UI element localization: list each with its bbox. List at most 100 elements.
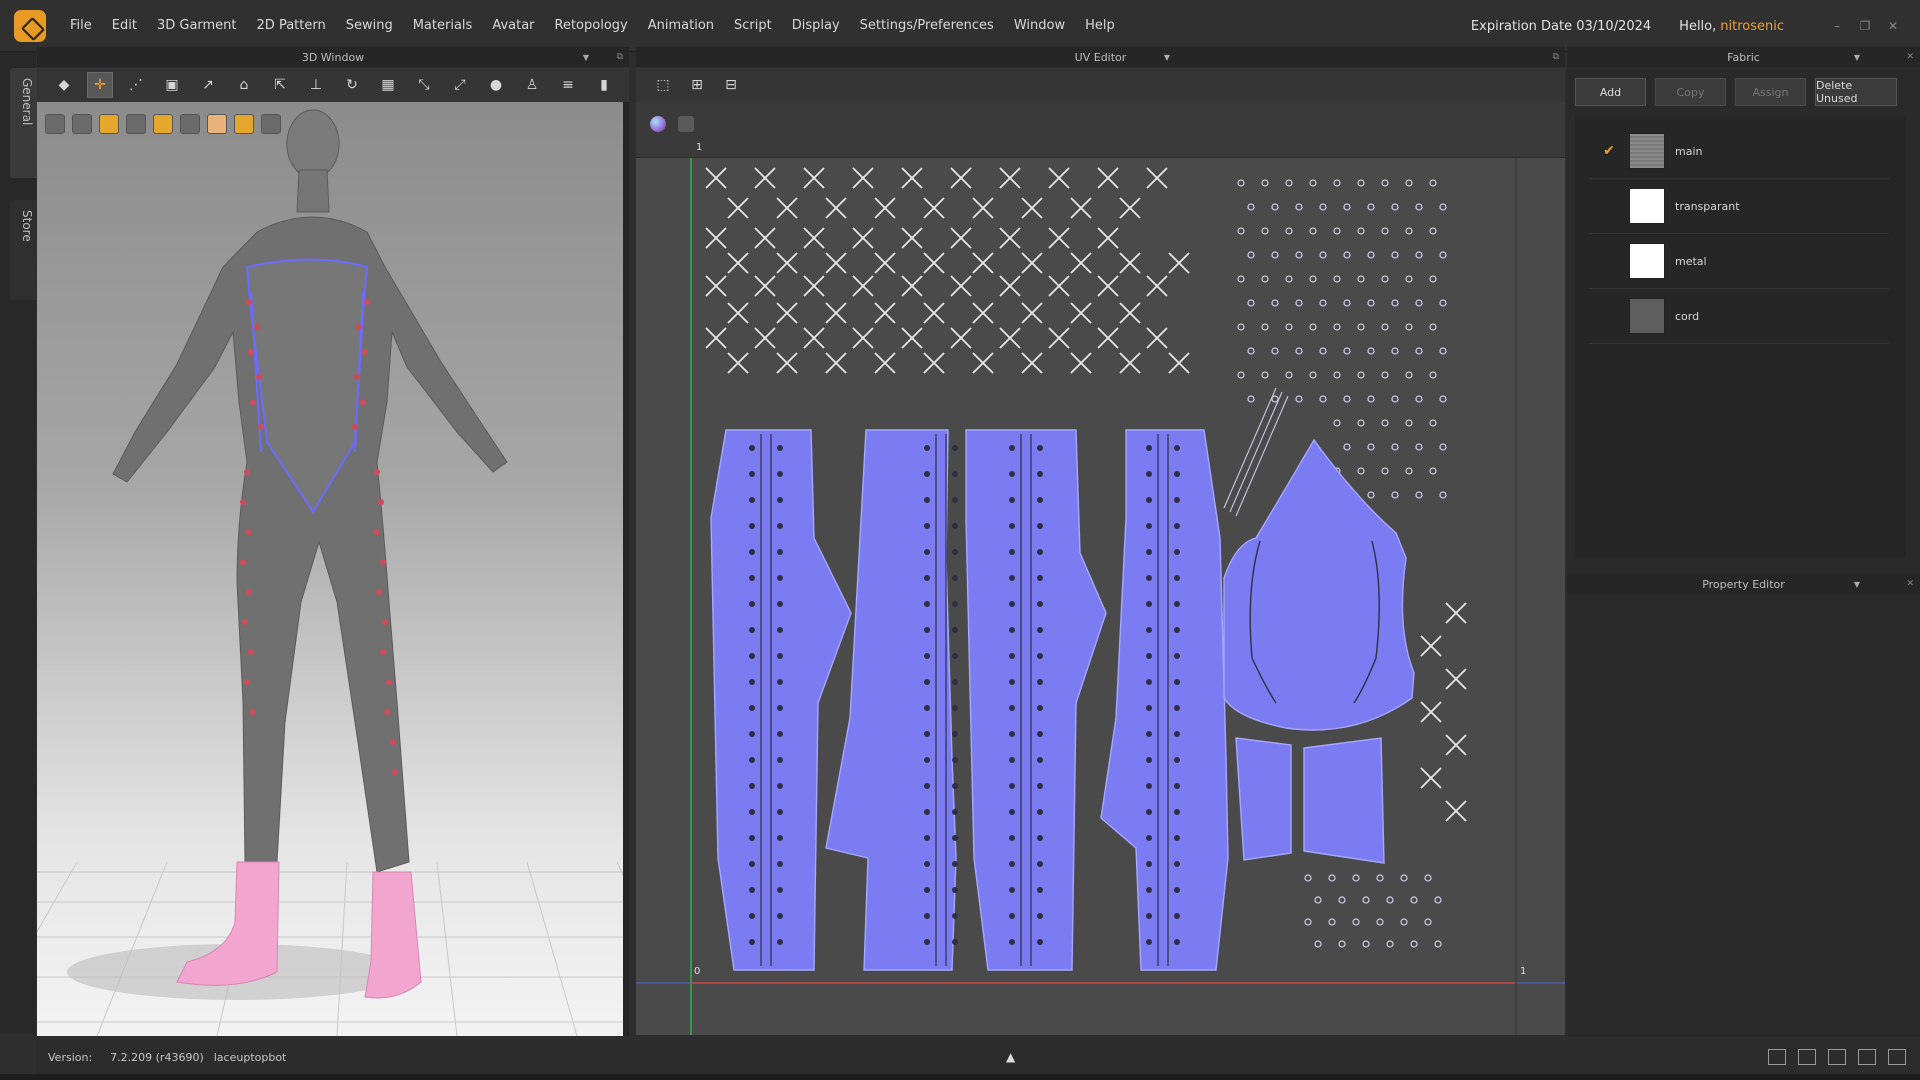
uv-dot-mark — [1381, 275, 1389, 283]
viewport-3d[interactable] — [37, 102, 629, 1036]
add-fabric-button[interactable]: Add — [1575, 78, 1646, 106]
close-icon[interactable]: ✕ — [1886, 20, 1900, 32]
uv-seam-eyelet — [748, 471, 755, 478]
trim-tool-icon[interactable]: ▮ — [591, 72, 617, 98]
align-tool-icon[interactable]: ≡ — [555, 72, 581, 98]
restore-icon[interactable]: ❐ — [1858, 20, 1872, 32]
menu-sewing[interactable]: Sewing — [346, 18, 393, 33]
delete-unused-button[interactable]: Delete Unused — [1815, 78, 1897, 106]
uv-transform-icon[interactable]: ⊞ — [684, 72, 710, 98]
material-ball-icon[interactable] — [650, 116, 666, 132]
show-seam-icon[interactable] — [180, 114, 200, 134]
taskbar-strip — [0, 1074, 1920, 1080]
uv-seam-eyelet — [1037, 523, 1044, 530]
uv-seam-eyelet — [1173, 549, 1180, 556]
render-mode-icon[interactable] — [45, 114, 65, 134]
uv-dot-mark — [1429, 179, 1437, 187]
minimize-icon[interactable]: – — [1830, 20, 1844, 32]
texture-mode-icon[interactable] — [72, 114, 92, 134]
fabric-dropdown-icon[interactable]: ▼ — [1854, 53, 1860, 62]
username-link[interactable]: nitrosenic — [1720, 19, 1784, 34]
measure-tool-icon[interactable]: ⤡ — [411, 72, 437, 98]
select-mesh-icon[interactable]: ◆ — [51, 72, 77, 98]
uv-seam-eyelet — [748, 730, 755, 737]
menu-file[interactable]: File — [70, 18, 92, 33]
uv-seam-eyelet — [952, 445, 959, 452]
uv-dot-mark — [1343, 347, 1351, 355]
show-garment-icon[interactable] — [153, 114, 173, 134]
menu-retopology[interactable]: Retopology — [555, 18, 628, 33]
uv-cross-mark — [727, 197, 749, 219]
uv-dot-mark — [1237, 371, 1245, 379]
uv-dot-mark — [1295, 347, 1303, 355]
rotate-tool-icon[interactable]: ↻ — [339, 72, 365, 98]
transform-tool-icon[interactable]: ▣ — [159, 72, 185, 98]
garment-tool-icon[interactable]: ⌂ — [231, 72, 257, 98]
uv-canvas[interactable]: 0 1 — [636, 158, 1565, 1035]
lock-view-icon[interactable] — [261, 114, 281, 134]
uv-seam-eyelet — [1146, 653, 1153, 660]
fabric-item[interactable]: metal — [1589, 234, 1889, 289]
window3d-dropdown-icon[interactable]: ▼ — [583, 53, 589, 62]
menu-animation[interactable]: Animation — [648, 18, 714, 33]
fabric-item[interactable]: transparant — [1589, 179, 1889, 234]
tack-tool-icon[interactable]: ⊥ — [303, 72, 329, 98]
uv-select-icon[interactable]: ⬚ — [650, 72, 676, 98]
uv-dot-mark — [1343, 203, 1351, 211]
fold-tool-icon[interactable]: ⇱ — [267, 72, 293, 98]
show-pattern-icon[interactable] — [99, 114, 119, 134]
quad-view-icon[interactable] — [1858, 1049, 1876, 1065]
uv-seam-eyelet — [1173, 938, 1180, 945]
property-dropdown-icon[interactable]: ▼ — [1854, 580, 1860, 589]
move-tool-icon[interactable]: ✛ — [87, 72, 113, 98]
tab-store[interactable]: Store — [10, 200, 38, 300]
uv-cross-mark — [776, 302, 798, 324]
copy-fabric-button[interactable]: Copy — [1655, 78, 1726, 106]
show-hair-icon[interactable] — [234, 114, 254, 134]
uv-seam-eyelet — [924, 808, 931, 815]
sew-tool-icon[interactable]: ⤢ — [447, 72, 473, 98]
menu-help[interactable]: Help — [1085, 18, 1115, 33]
uv-lock-icon[interactable] — [678, 116, 694, 132]
uv-cross-mark — [874, 197, 896, 219]
menu-settings[interactable]: Settings/Preferences — [860, 18, 994, 33]
menu-2d-pattern[interactable]: 2D Pattern — [257, 18, 326, 33]
menu-avatar[interactable]: Avatar — [492, 18, 534, 33]
uv-seam-eyelet — [748, 523, 755, 530]
avatar-tool-icon[interactable]: ♙ — [519, 72, 545, 98]
uv-editor-dropdown-icon[interactable]: ▼ — [1164, 53, 1170, 62]
uv-seam-eyelet — [952, 601, 959, 608]
split-view-icon[interactable] — [1798, 1049, 1816, 1065]
uv-dot-mark — [1405, 371, 1413, 379]
fabric-item[interactable]: cord — [1589, 289, 1889, 344]
collapse-up-icon[interactable]: ▲ — [1006, 1050, 1015, 1064]
grid-tool-icon[interactable]: ▦ — [375, 72, 401, 98]
show-avatar-icon[interactable] — [126, 114, 146, 134]
uv-seam-eyelet — [1146, 938, 1153, 945]
uv-seam-eyelet — [1009, 523, 1016, 530]
menu-window[interactable]: Window — [1014, 18, 1065, 33]
menu-script[interactable]: Script — [734, 18, 772, 33]
uv-editor-float-icon[interactable]: ⧉ — [1553, 52, 1559, 62]
uv-layout-icon[interactable]: ⊟ — [718, 72, 744, 98]
uv-seam-eyelet — [777, 497, 784, 504]
select-vertex-icon[interactable]: ⋰ — [123, 72, 149, 98]
property-close-icon[interactable]: ✕ — [1906, 579, 1914, 589]
pin-tool-icon[interactable]: ↗ — [195, 72, 221, 98]
button-tool-icon[interactable]: ● — [483, 72, 509, 98]
uv-dot-mark — [1352, 918, 1360, 926]
show-skin-icon[interactable] — [207, 114, 227, 134]
fabric-close-icon[interactable]: ✕ — [1906, 52, 1914, 62]
three-view-icon[interactable] — [1828, 1049, 1846, 1065]
assign-fabric-button[interactable]: Assign — [1735, 78, 1806, 106]
fabric-item[interactable]: ✔ main — [1589, 124, 1889, 179]
menu-materials[interactable]: Materials — [413, 18, 473, 33]
screenshot-icon[interactable] — [1888, 1049, 1906, 1065]
menu-edit[interactable]: Edit — [112, 18, 137, 33]
menu-3d-garment[interactable]: 3D Garment — [157, 18, 237, 33]
uv-seam-eyelet — [777, 445, 784, 452]
single-view-icon[interactable] — [1768, 1049, 1786, 1065]
tab-general[interactable]: General — [10, 68, 38, 178]
window3d-float-icon[interactable]: ⧉ — [617, 52, 623, 62]
menu-display[interactable]: Display — [792, 18, 840, 33]
